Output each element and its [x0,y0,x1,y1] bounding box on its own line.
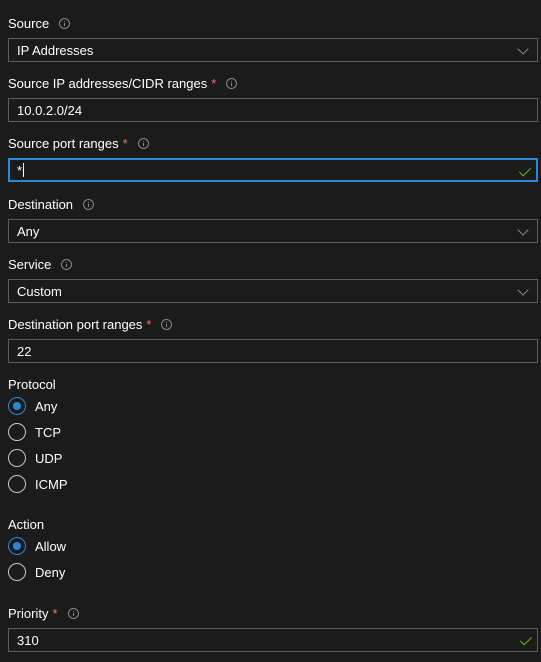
source-label: Source [8,15,50,31]
source-port-label: Source port ranges [8,135,119,151]
source-port-input[interactable]: * [8,158,538,182]
destination-port-field: Destination port ranges * 22 [8,315,538,363]
chevron-down-icon [517,43,529,55]
protocol-option-any[interactable]: Any [8,396,57,416]
action-option-allow[interactable]: Allow [8,536,66,556]
priority-label-row: Priority * [8,604,538,622]
source-label-row: Source [8,14,538,32]
protocol-option-label: Any [35,398,58,414]
radio-unselected-icon[interactable] [8,449,26,467]
source-port-field: Source port ranges * * [8,134,538,182]
info-icon[interactable] [137,137,149,149]
chevron-down-icon [517,284,529,296]
radio-unselected-icon[interactable] [8,475,26,493]
destination-label: Destination [8,196,74,212]
action-option-label: Allow [35,538,67,554]
service-field: Service Custom [8,255,538,303]
protocol-option-icmp[interactable]: ICMP [8,474,68,494]
destination-port-value: 22 [17,343,32,359]
priority-input[interactable]: 310 [8,628,538,652]
destination-port-label: Destination port ranges [8,316,143,332]
destination-dropdown[interactable]: Any [8,219,538,243]
radio-selected-icon[interactable] [8,537,26,555]
source-ip-label-row: Source IP addresses/CIDR ranges * [8,74,538,92]
destination-port-label-row: Destination port ranges * [8,315,538,333]
source-ip-field: Source IP addresses/CIDR ranges * 10.0.2… [8,74,538,122]
service-value: Custom [17,283,62,299]
protocol-option-label: UDP [35,450,63,466]
radio-unselected-icon[interactable] [8,563,26,581]
source-value: IP Addresses [17,42,94,58]
text-cursor [23,163,25,177]
required-marker: * [52,605,58,621]
info-icon[interactable] [83,198,95,210]
priority-field: Priority * 310 [8,604,538,652]
required-marker: * [146,316,152,332]
action-label: Action [8,517,45,532]
source-ip-value: 10.0.2.0/24 [17,102,83,118]
destination-field: Destination Any [8,195,538,243]
info-icon[interactable] [61,258,73,270]
protocol-option-udp[interactable]: UDP [8,448,62,468]
info-icon[interactable] [226,77,238,89]
destination-value: Any [17,223,40,239]
protocol-option-label: TCP [35,424,61,440]
priority-label: Priority [8,605,49,621]
source-port-label-row: Source port ranges * [8,134,538,152]
source-dropdown[interactable]: IP Addresses [8,38,538,62]
destination-label-row: Destination [8,195,538,213]
protocol-label: Protocol [8,377,56,392]
service-dropdown[interactable]: Custom [8,279,538,303]
info-icon[interactable] [59,17,71,29]
radio-unselected-icon[interactable] [8,423,26,441]
action-option-label: Deny [35,564,66,580]
info-icon[interactable] [161,318,173,330]
priority-value: 310 [17,632,39,648]
source-ip-input[interactable]: 10.0.2.0/24 [8,98,538,122]
source-field: Source IP Addresses [8,14,538,62]
radio-selected-icon[interactable] [8,397,26,415]
source-ip-label: Source IP addresses/CIDR ranges [8,75,208,91]
service-label: Service [8,256,52,272]
service-label-row: Service [8,255,538,273]
source-port-value: * [17,162,23,178]
info-icon[interactable] [67,607,79,619]
checkmark-icon [519,633,533,646]
action-option-deny[interactable]: Deny [8,562,65,582]
protocol-option-tcp[interactable]: TCP [8,422,61,442]
chevron-down-icon [517,224,529,236]
destination-port-input[interactable]: 22 [8,339,538,363]
protocol-option-label: ICMP [35,476,68,492]
required-marker: * [211,75,217,91]
checkmark-icon [518,164,532,177]
required-marker: * [122,135,128,151]
